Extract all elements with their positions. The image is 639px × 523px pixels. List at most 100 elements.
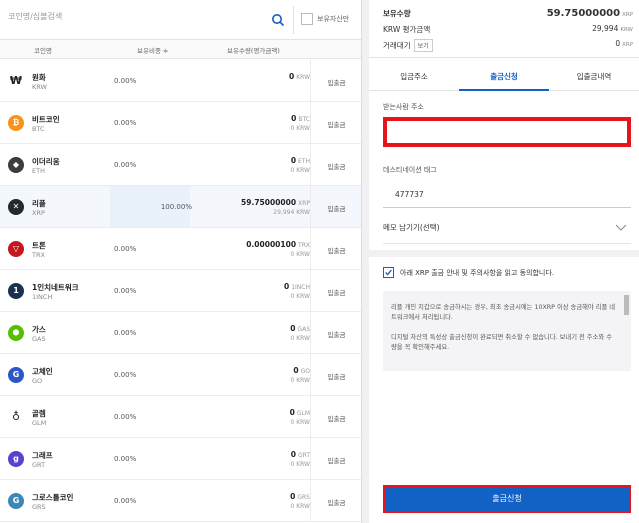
- coin-name: 그로스톨코인: [32, 493, 74, 502]
- withdraw-submit-button[interactable]: 출금신청: [383, 485, 631, 513]
- recipient-address-input[interactable]: [383, 117, 631, 147]
- krw-value: 0 KRW: [290, 377, 310, 384]
- holding-qty: 0 GRT: [291, 450, 310, 459]
- notice-scrollbar[interactable]: [624, 295, 629, 315]
- ratio-value: 0.00%: [114, 371, 137, 379]
- krw-value: 0 KRW: [290, 293, 310, 300]
- gochain-icon: G: [8, 367, 24, 383]
- holding-qty: 0 1INCH: [284, 282, 310, 291]
- won-icon: ₩: [8, 73, 24, 89]
- holding-qty: 0 GLM: [290, 408, 310, 417]
- deposit-withdraw-button[interactable]: 입출금: [310, 228, 361, 269]
- chevron-down-icon: [615, 224, 627, 231]
- tab-history[interactable]: 입출금내역: [549, 71, 639, 82]
- qty-unit: 1INCH: [291, 284, 310, 291]
- ethereum-icon: ◆: [8, 157, 24, 173]
- view-button[interactable]: 보기: [413, 39, 433, 52]
- table-row[interactable]: ₩ 원화 KRW 0.00% 0 KRW 입출금: [0, 60, 361, 102]
- deposit-withdraw-button[interactable]: 입출금: [310, 144, 361, 185]
- qty-unit: GLM: [296, 410, 310, 417]
- deposit-withdraw-button[interactable]: 입출금: [310, 270, 361, 311]
- ratio-value: 0.00%: [114, 245, 137, 253]
- krw-value: 0 KRW: [290, 125, 310, 132]
- holding-unit: XRP: [622, 12, 633, 18]
- deposit-withdraw-button[interactable]: 입출금: [310, 354, 361, 395]
- qty-value: 0.00000100: [246, 240, 297, 249]
- search-icon[interactable]: [271, 13, 285, 27]
- address-label: 받는사람 주소: [383, 103, 424, 111]
- pending-value: 0: [615, 39, 621, 48]
- ripple-icon: ✕: [8, 199, 24, 215]
- coin-symbol: TRX: [32, 251, 45, 259]
- coin-name: 트론: [32, 241, 46, 250]
- qty-unit: ETH: [298, 158, 310, 165]
- tab-withdraw-request[interactable]: 출금신청: [459, 71, 549, 82]
- deposit-withdraw-button[interactable]: 입출금: [310, 60, 361, 101]
- table-row[interactable]: 1 1인치네트워크 1INCH 0.00% 0 1INCH 0 KRW 입출금: [0, 270, 361, 312]
- deposit-withdraw-button[interactable]: 입출금: [310, 186, 361, 227]
- table-row[interactable]: ✕ 리플 XRP 100.00% 59.75000000 XRP 29,994 KRW 입출금: [0, 186, 361, 228]
- holding-qty: 0 ETH: [291, 156, 310, 165]
- ratio-value: 0.00%: [114, 413, 137, 421]
- table-row[interactable]: ₿ 비트코인 BTC 0.00% 0 BTC 0 KRW 입출금: [0, 102, 361, 144]
- divider: [293, 6, 294, 34]
- krw-eval-unit: KRW: [620, 27, 633, 33]
- table-row[interactable]: ▽ 트론 TRX 0.00% 0.00000100 TRX 0 KRW 입출금: [0, 228, 361, 270]
- coin-name: 골렘: [32, 409, 46, 418]
- qty-unit: KRW: [296, 74, 310, 81]
- owned-only-label: 보유자산만: [317, 15, 350, 23]
- search-input[interactable]: [8, 12, 258, 21]
- ratio-value: 100.00%: [160, 203, 192, 211]
- graph-icon: g: [8, 451, 24, 467]
- owned-only-checkbox[interactable]: [301, 13, 313, 25]
- ratio-value: 0.00%: [114, 77, 137, 85]
- holding-qty: 0 KRW: [289, 72, 310, 81]
- asset-list-panel: 보유자산만 코인명 보유비중 ≑ 보유수량(평가금액) ₩원화KRW0.00%0…: [0, 0, 362, 523]
- coin-symbol: KRW: [32, 83, 47, 91]
- holding-ratio: 0.00%: [110, 480, 184, 521]
- section-divider: [369, 250, 639, 257]
- coin-name: 비트코인: [32, 115, 60, 124]
- krw-value: 0 KRW: [290, 167, 310, 174]
- table-row[interactable]: G 고체인 GO 0.00% 0 GO 0 KRW 입출금: [0, 354, 361, 396]
- tab-deposit-address[interactable]: 입금주소: [369, 71, 459, 82]
- table-row[interactable]: G 그로스톨코인 GRS 0.00% 0 GRS 0 KRW 입출금: [0, 480, 361, 522]
- table-row[interactable]: ⬢ 가스 GAS 0.00% 0 GAS 0 KRW 입출금: [0, 312, 361, 354]
- ratio-value: 0.00%: [114, 497, 137, 505]
- table-row[interactable]: ♁ 골렘 GLM 0.00% 0 GLM 0 KRW 입출금: [0, 396, 361, 438]
- col-coin-name: 코인명: [34, 47, 52, 55]
- agree-checkbox[interactable]: [383, 267, 394, 278]
- ratio-value: 0.00%: [114, 287, 137, 295]
- qty-value: 0: [290, 156, 297, 165]
- memo-toggle[interactable]: 메모 남기기(선택): [383, 222, 631, 244]
- 1inch-icon: 1: [8, 283, 24, 299]
- holding-qty: 0 GRS: [290, 492, 310, 501]
- coin-symbol: GLM: [32, 419, 47, 427]
- withdraw-panel: 보유수량 59.75000000 XRP KRW 평가금액 29,994 KRW 거…: [369, 0, 639, 523]
- coin-symbol: GAS: [32, 335, 46, 343]
- krw-value: 0 KRW: [290, 503, 310, 510]
- coin-name: 리플: [32, 199, 46, 208]
- deposit-withdraw-button[interactable]: 입출금: [310, 480, 361, 521]
- holding-qty: 0 GO: [293, 366, 310, 375]
- krw-value: 0 KRW: [290, 419, 310, 426]
- deposit-withdraw-button[interactable]: 입출금: [310, 312, 361, 353]
- holding-qty: 59.75000000 XRP: [241, 198, 310, 207]
- krw-value: 29,994 KRW: [273, 209, 310, 216]
- coin-symbol: BTC: [32, 125, 45, 133]
- table-row[interactable]: g 그래프 GRT 0.00% 0 GRT 0 KRW 입출금: [0, 438, 361, 480]
- deposit-withdraw-button[interactable]: 입출금: [310, 102, 361, 143]
- destination-tag-input[interactable]: 477737: [383, 180, 631, 208]
- deposit-withdraw-button[interactable]: 입출금: [310, 438, 361, 479]
- holding-ratio: 0.00%: [110, 60, 184, 101]
- qty-value: 0: [290, 450, 296, 459]
- deposit-withdraw-button[interactable]: 입출금: [310, 396, 361, 437]
- qty-value: 0: [290, 492, 296, 501]
- holding-value: 59.75000000: [546, 8, 621, 19]
- krw-value: 0 KRW: [290, 251, 310, 258]
- coin-symbol: 1INCH: [32, 293, 53, 301]
- krw-value: 0 KRW: [290, 461, 310, 468]
- holding-ratio: 0.00%: [110, 102, 184, 143]
- table-row[interactable]: ◆ 이더리움 ETH 0.00% 0 ETH 0 KRW 입출금: [0, 144, 361, 186]
- col-ratio[interactable]: 보유비중 ≑: [137, 45, 168, 55]
